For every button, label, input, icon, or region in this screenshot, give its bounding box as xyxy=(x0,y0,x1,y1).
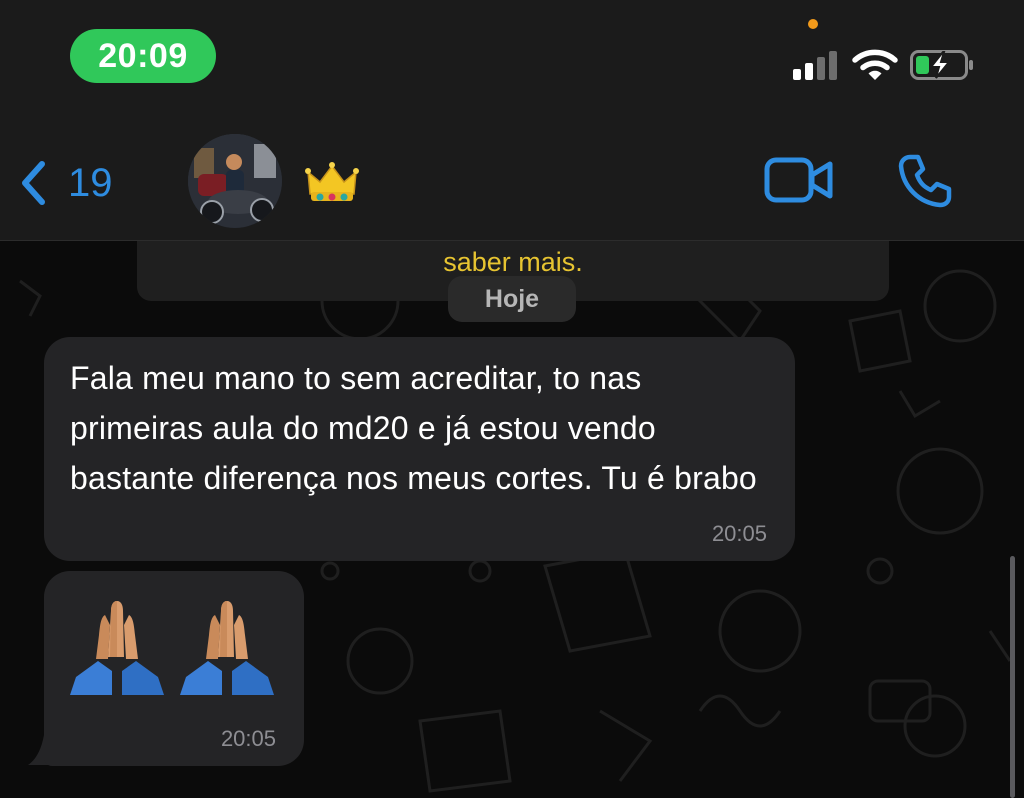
contact-avatar[interactable] xyxy=(188,134,282,228)
message-time: 20:05 xyxy=(711,521,767,546)
folded-hands-emoji xyxy=(70,601,274,695)
chat-header: 19 👑 xyxy=(0,110,1024,241)
chevron-left-icon xyxy=(22,161,45,205)
video-call-button[interactable] xyxy=(764,156,834,204)
message-bubble[interactable]: Fala meu mano to sem acreditar, to nas p… xyxy=(44,337,795,561)
date-divider: Hoje xyxy=(448,276,576,322)
message-time: 20:05 xyxy=(220,726,276,751)
scroll-indicator[interactable] xyxy=(1010,556,1015,798)
cellular-signal-icon xyxy=(793,50,839,80)
back-button[interactable]: 19 xyxy=(20,155,140,211)
wifi-icon xyxy=(852,49,898,80)
message-text: Fala meu mano to sem acreditar, to nas p… xyxy=(70,360,757,496)
unread-count: 19 xyxy=(68,160,113,205)
privacy-indicator xyxy=(808,19,818,29)
phone-call-button[interactable] xyxy=(896,152,954,210)
chat-thread[interactable]: saber mais. Hoje Fala meu mano to sem ac… xyxy=(0,241,1024,798)
status-bar: 20:09 xyxy=(0,0,1024,110)
status-time[interactable]: 20:09 xyxy=(70,29,216,83)
saber-mais-link[interactable]: saber mais. xyxy=(137,247,889,278)
battery-charging-icon xyxy=(910,50,973,80)
crown-icon[interactable] xyxy=(305,160,359,204)
message-bubble-emoji[interactable]: 🙏🙏 20:05 xyxy=(44,571,304,766)
